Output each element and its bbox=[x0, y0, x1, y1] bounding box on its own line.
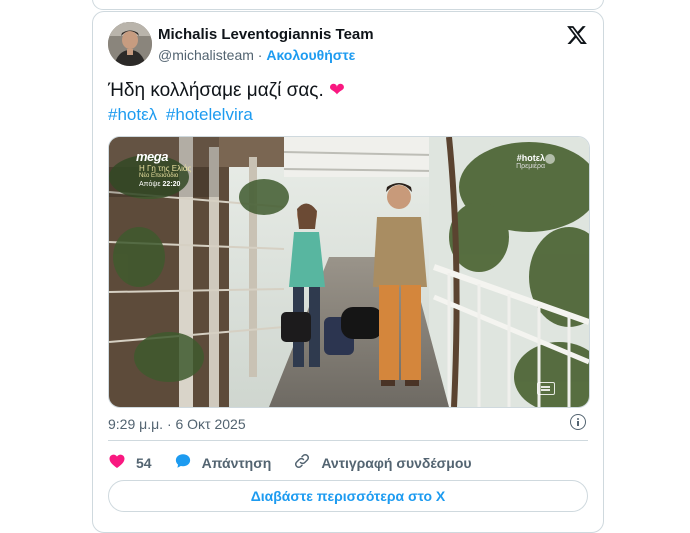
corner-badge-icon bbox=[545, 154, 555, 164]
reply-label: Απάντηση bbox=[201, 455, 272, 471]
author-meta: @michalisteam · Ακολουθήστε bbox=[158, 47, 355, 63]
show-title: Η Γη της Ελιάς bbox=[139, 164, 192, 173]
hashtag-link[interactable]: #hotελ bbox=[108, 105, 157, 124]
tweet-text-body: Ήδη κολλήσαμε μαζί σας. bbox=[108, 80, 324, 101]
author-handle[interactable]: @michalisteam bbox=[158, 47, 254, 63]
closed-captions-icon[interactable] bbox=[537, 382, 555, 395]
tweet-timestamp[interactable]: 9:29 μ.μ. · 6 Οκτ 2025 bbox=[108, 416, 246, 432]
copy-link-button[interactable]: Αντιγραφή συνδέσμου bbox=[293, 452, 472, 475]
tweet-card: Michalis Leventogiannis Team @michaliste… bbox=[92, 11, 604, 533]
avatar[interactable] bbox=[108, 22, 152, 66]
tweet-text: Ήδη κολλήσαμε μαζί σας. ❤ bbox=[108, 78, 588, 104]
corner-subtitle: Πρεμιέρα bbox=[516, 163, 545, 170]
like-count: 54 bbox=[136, 455, 152, 471]
airtime: Απόψε 22:20 bbox=[139, 181, 180, 188]
video-thumbnail[interactable]: mega Η Γη της Ελιάς Νέο Επεισόδιο Απόψε … bbox=[108, 136, 590, 408]
meta-separator: · bbox=[257, 47, 263, 63]
follow-link[interactable]: Ακολουθήστε bbox=[266, 47, 355, 63]
hashtag-link[interactable]: #hotelelvira bbox=[166, 105, 253, 124]
author-name[interactable]: Michalis Leventogiannis Team bbox=[158, 26, 374, 43]
reply-button[interactable]: Απάντηση bbox=[174, 452, 272, 475]
info-icon[interactable] bbox=[570, 414, 586, 430]
airtime-label: Απόψε bbox=[139, 181, 161, 188]
x-logo-icon[interactable] bbox=[566, 24, 588, 46]
like-button[interactable]: 54 bbox=[108, 452, 152, 475]
show-note: Νέο Επεισόδιο bbox=[139, 173, 179, 179]
reply-bubble-icon bbox=[174, 452, 192, 475]
copy-link-label: Αντιγραφή συνδέσμου bbox=[321, 455, 472, 471]
divider bbox=[108, 440, 588, 441]
previous-embed-card bbox=[92, 0, 604, 10]
read-more-button[interactable]: Διαβάστε περισσότερα στο X bbox=[108, 480, 588, 512]
link-icon bbox=[293, 452, 311, 475]
heart-emoji: ❤ bbox=[329, 80, 345, 101]
heart-icon bbox=[108, 452, 126, 475]
airtime-value: 22:20 bbox=[162, 181, 181, 188]
video-frame-image bbox=[109, 137, 589, 407]
hashtags: #hotελ #hotelelvira bbox=[108, 104, 257, 126]
corner-tag: #hotελ bbox=[516, 153, 545, 163]
channel-logo: mega bbox=[136, 149, 168, 164]
action-bar: 54 Απάντηση Αντιγραφή συνδέσμου bbox=[108, 452, 494, 474]
